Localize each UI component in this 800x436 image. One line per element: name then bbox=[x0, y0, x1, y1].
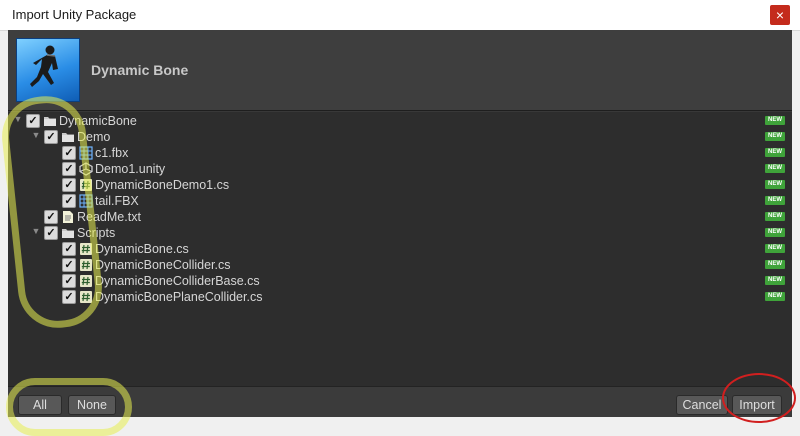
package-header: Dynamic Bone bbox=[8, 30, 792, 111]
foldout-arrow-icon[interactable]: ▼ bbox=[12, 114, 24, 124]
tree-row[interactable]: ✓ DynamicBone.cs NEW bbox=[8, 241, 792, 257]
item-checkbox[interactable]: ✓ bbox=[44, 130, 58, 144]
item-checkbox[interactable]: ✓ bbox=[62, 258, 76, 272]
new-badge: NEW bbox=[765, 196, 785, 205]
item-checkbox[interactable]: ✓ bbox=[62, 146, 76, 160]
tree-item-label: DynamicBonePlaneCollider.cs bbox=[95, 290, 263, 304]
foldout-arrow-icon[interactable]: ▼ bbox=[30, 130, 42, 140]
item-checkbox[interactable]: ✓ bbox=[62, 274, 76, 288]
new-badge: NEW bbox=[765, 244, 785, 253]
folder-icon bbox=[61, 130, 75, 144]
tree-item-label: DynamicBoneDemo1.cs bbox=[95, 178, 230, 192]
package-name: Dynamic Bone bbox=[91, 62, 189, 78]
cancel-button[interactable]: Cancel bbox=[676, 395, 728, 415]
tree-row[interactable]: ✓ c1.fbx NEW bbox=[8, 145, 792, 161]
window-title: Import Unity Package bbox=[12, 7, 137, 22]
new-badge: NEW bbox=[765, 116, 785, 125]
close-button[interactable]: × bbox=[770, 5, 790, 25]
tree-item-label: Demo1.unity bbox=[95, 162, 166, 176]
folder-icon bbox=[61, 226, 75, 240]
new-badge: NEW bbox=[765, 180, 785, 189]
folder-icon bbox=[43, 114, 57, 128]
tree-row[interactable]: ✓ DynamicBoneCollider.cs NEW bbox=[8, 257, 792, 273]
new-badge: NEW bbox=[765, 228, 785, 237]
select-all-button[interactable]: All bbox=[18, 395, 62, 415]
tree-item-label: Scripts bbox=[77, 226, 116, 240]
text-file-icon bbox=[61, 210, 75, 224]
model-icon bbox=[79, 194, 93, 208]
new-badge: NEW bbox=[765, 212, 785, 221]
item-checkbox[interactable]: ✓ bbox=[44, 210, 58, 224]
tree-row[interactable]: ✓ DynamicBoneDemo1.cs NEW bbox=[8, 177, 792, 193]
model-icon bbox=[79, 146, 93, 160]
item-checkbox[interactable]: ✓ bbox=[26, 114, 40, 128]
script-icon bbox=[79, 242, 93, 256]
tree-item-label: tail.FBX bbox=[95, 194, 139, 208]
select-none-button[interactable]: None bbox=[68, 395, 116, 415]
package-icon bbox=[16, 38, 80, 102]
dialog-footer: All None Cancel Import bbox=[8, 386, 792, 417]
tree-row[interactable]: ▼ ✓ DynamicBone NEW bbox=[8, 113, 792, 129]
tree-row[interactable]: ✓ Demo1.unity NEW bbox=[8, 161, 792, 177]
script-icon bbox=[79, 258, 93, 272]
unity-scene-icon bbox=[79, 162, 93, 176]
tree-row[interactable]: ✓ DynamicBonePlaneCollider.cs NEW bbox=[8, 289, 792, 305]
script-icon bbox=[79, 290, 93, 304]
tree-row[interactable]: ✓ tail.FBX NEW bbox=[8, 193, 792, 209]
new-badge: NEW bbox=[765, 276, 785, 285]
title-bar: Import Unity Package × bbox=[0, 0, 800, 31]
tree-item-label: DynamicBone bbox=[59, 114, 137, 128]
tree-item-label: c1.fbx bbox=[95, 146, 129, 160]
tree-item-label: ReadMe.txt bbox=[77, 210, 141, 224]
item-checkbox[interactable]: ✓ bbox=[62, 242, 76, 256]
foldout-arrow-icon[interactable]: ▼ bbox=[30, 226, 42, 236]
import-button[interactable]: Import bbox=[732, 395, 782, 415]
new-badge: NEW bbox=[765, 132, 785, 141]
tree-item-label: DynamicBoneCollider.cs bbox=[95, 258, 231, 272]
tree-item-label: DynamicBoneColliderBase.cs bbox=[95, 274, 260, 288]
item-checkbox[interactable]: ✓ bbox=[62, 162, 76, 176]
item-checkbox[interactable]: ✓ bbox=[44, 226, 58, 240]
tree-row[interactable]: ▼ ✓ Demo NEW bbox=[8, 129, 792, 145]
item-checkbox[interactable]: ✓ bbox=[62, 290, 76, 304]
item-checkbox[interactable]: ✓ bbox=[62, 194, 76, 208]
tree-item-label: Demo bbox=[77, 130, 111, 144]
close-icon: × bbox=[775, 7, 785, 23]
import-dialog: Dynamic Bone ▼ ✓ DynamicBone NEW ▼ ✓ Demo NEW ✓ c… bbox=[8, 30, 792, 417]
new-badge: NEW bbox=[765, 164, 785, 173]
tree-item-label: DynamicBone.cs bbox=[95, 242, 189, 256]
script-icon bbox=[79, 178, 93, 192]
new-badge: NEW bbox=[765, 148, 785, 157]
item-checkbox[interactable]: ✓ bbox=[62, 178, 76, 192]
tree-row[interactable]: ✓ ReadMe.txt NEW bbox=[8, 209, 792, 225]
new-badge: NEW bbox=[765, 260, 785, 269]
package-contents-tree: ▼ ✓ DynamicBone NEW ▼ ✓ Demo NEW ✓ c1.fbx NEW ✓ Demo… bbox=[8, 112, 792, 386]
script-icon bbox=[79, 274, 93, 288]
tree-row[interactable]: ✓ DynamicBoneColliderBase.cs NEW bbox=[8, 273, 792, 289]
tree-row[interactable]: ▼ ✓ Scripts NEW bbox=[8, 225, 792, 241]
new-badge: NEW bbox=[765, 292, 785, 301]
